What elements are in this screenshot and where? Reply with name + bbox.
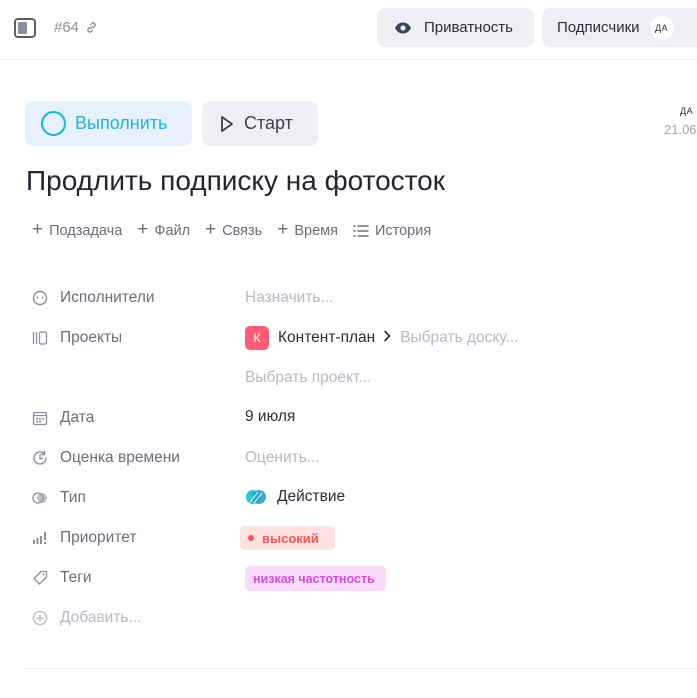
subscribers-button[interactable]: Подписчики ДА xyxy=(542,8,697,47)
complete-button[interactable]: Выполнить xyxy=(25,101,192,146)
estimate-field[interactable]: Оценить... xyxy=(245,449,320,467)
task-id-link[interactable]: #64 xyxy=(54,19,98,36)
action-label: История xyxy=(374,222,432,239)
projects-icon xyxy=(32,330,48,346)
date-value[interactable]: 9 июля xyxy=(245,408,295,426)
chevron-right-icon xyxy=(383,329,391,347)
action-label: Файл xyxy=(154,222,191,239)
subscribers-label: Подписчики xyxy=(557,19,640,36)
sidebar-toggle-icon[interactable] xyxy=(14,18,36,38)
priority-badge[interactable]: высокий xyxy=(240,526,335,550)
link-icon xyxy=(87,22,96,33)
date-label: Дата xyxy=(32,409,94,427)
task-title[interactable]: Продлить подписку на фотосток xyxy=(26,165,445,197)
board-select[interactable]: Выбрать доску... xyxy=(400,329,518,347)
add-time-button[interactable]: + Время xyxy=(277,219,338,240)
priority-label: Приоритет xyxy=(32,529,136,547)
assignee-icon xyxy=(32,290,48,306)
start-button[interactable]: Старт xyxy=(202,101,318,146)
assign-field[interactable]: Назначить... xyxy=(245,289,333,307)
assignees-label: Исполнители xyxy=(32,289,155,307)
quick-actions: + Подзадача + Файл + Связь + Время Истор… xyxy=(32,219,431,240)
created-date: 21.06 xyxy=(664,122,697,137)
plus-icon: + xyxy=(205,219,217,240)
plus-icon: + xyxy=(277,219,289,240)
task-id: #64 xyxy=(54,19,80,36)
add-subtask-button[interactable]: + Подзадача xyxy=(32,219,123,240)
start-label: Старт xyxy=(244,113,293,133)
action-label: Связь xyxy=(222,222,263,239)
action-label: Время xyxy=(294,222,338,239)
play-icon xyxy=(221,115,233,132)
add-property-button[interactable]: Добавить... xyxy=(32,609,141,627)
priority-dot xyxy=(248,535,254,541)
clock-refresh-icon xyxy=(32,450,48,466)
project-select[interactable]: Выбрать проект... xyxy=(245,369,371,387)
project-name[interactable]: Контент-план xyxy=(278,329,375,347)
action-type-icon xyxy=(245,488,267,506)
complete-label: Выполнить xyxy=(75,113,168,133)
section-divider xyxy=(25,668,697,669)
add-file-button[interactable]: + Файл xyxy=(137,219,191,240)
eye-icon xyxy=(395,22,411,33)
plus-icon: + xyxy=(32,219,44,240)
privacy-button[interactable]: Приватность xyxy=(377,8,534,47)
subscriber-avatar: ДА xyxy=(649,15,674,40)
type-icon xyxy=(32,490,48,506)
list-icon xyxy=(353,224,369,237)
project-value: К Контент-план Выбрать доску... xyxy=(245,326,518,350)
type-label: Тип xyxy=(32,489,86,507)
type-value[interactable]: Действие xyxy=(245,488,345,506)
history-button[interactable]: История xyxy=(353,222,431,239)
project-badge: К xyxy=(245,326,269,350)
action-label: Подзадача xyxy=(49,222,123,239)
estimate-label: Оценка времени xyxy=(32,449,180,467)
plus-icon: + xyxy=(137,219,149,240)
calendar-icon xyxy=(32,410,48,426)
add-link-button[interactable]: + Связь xyxy=(205,219,263,240)
tag-badge[interactable]: низкая частотность xyxy=(245,566,386,591)
tag-icon xyxy=(32,570,48,586)
top-bar: #64 Приватность Подписчики ДА xyxy=(0,0,697,60)
plus-circle-icon xyxy=(32,610,48,626)
privacy-label: Приватность xyxy=(424,19,513,36)
checkbox-circle-icon xyxy=(41,111,66,136)
tags-label: Теги xyxy=(32,569,92,587)
projects-label: Проекты xyxy=(32,329,122,347)
author-avatar: ДА xyxy=(680,106,694,116)
signal-bars-icon xyxy=(32,530,48,546)
